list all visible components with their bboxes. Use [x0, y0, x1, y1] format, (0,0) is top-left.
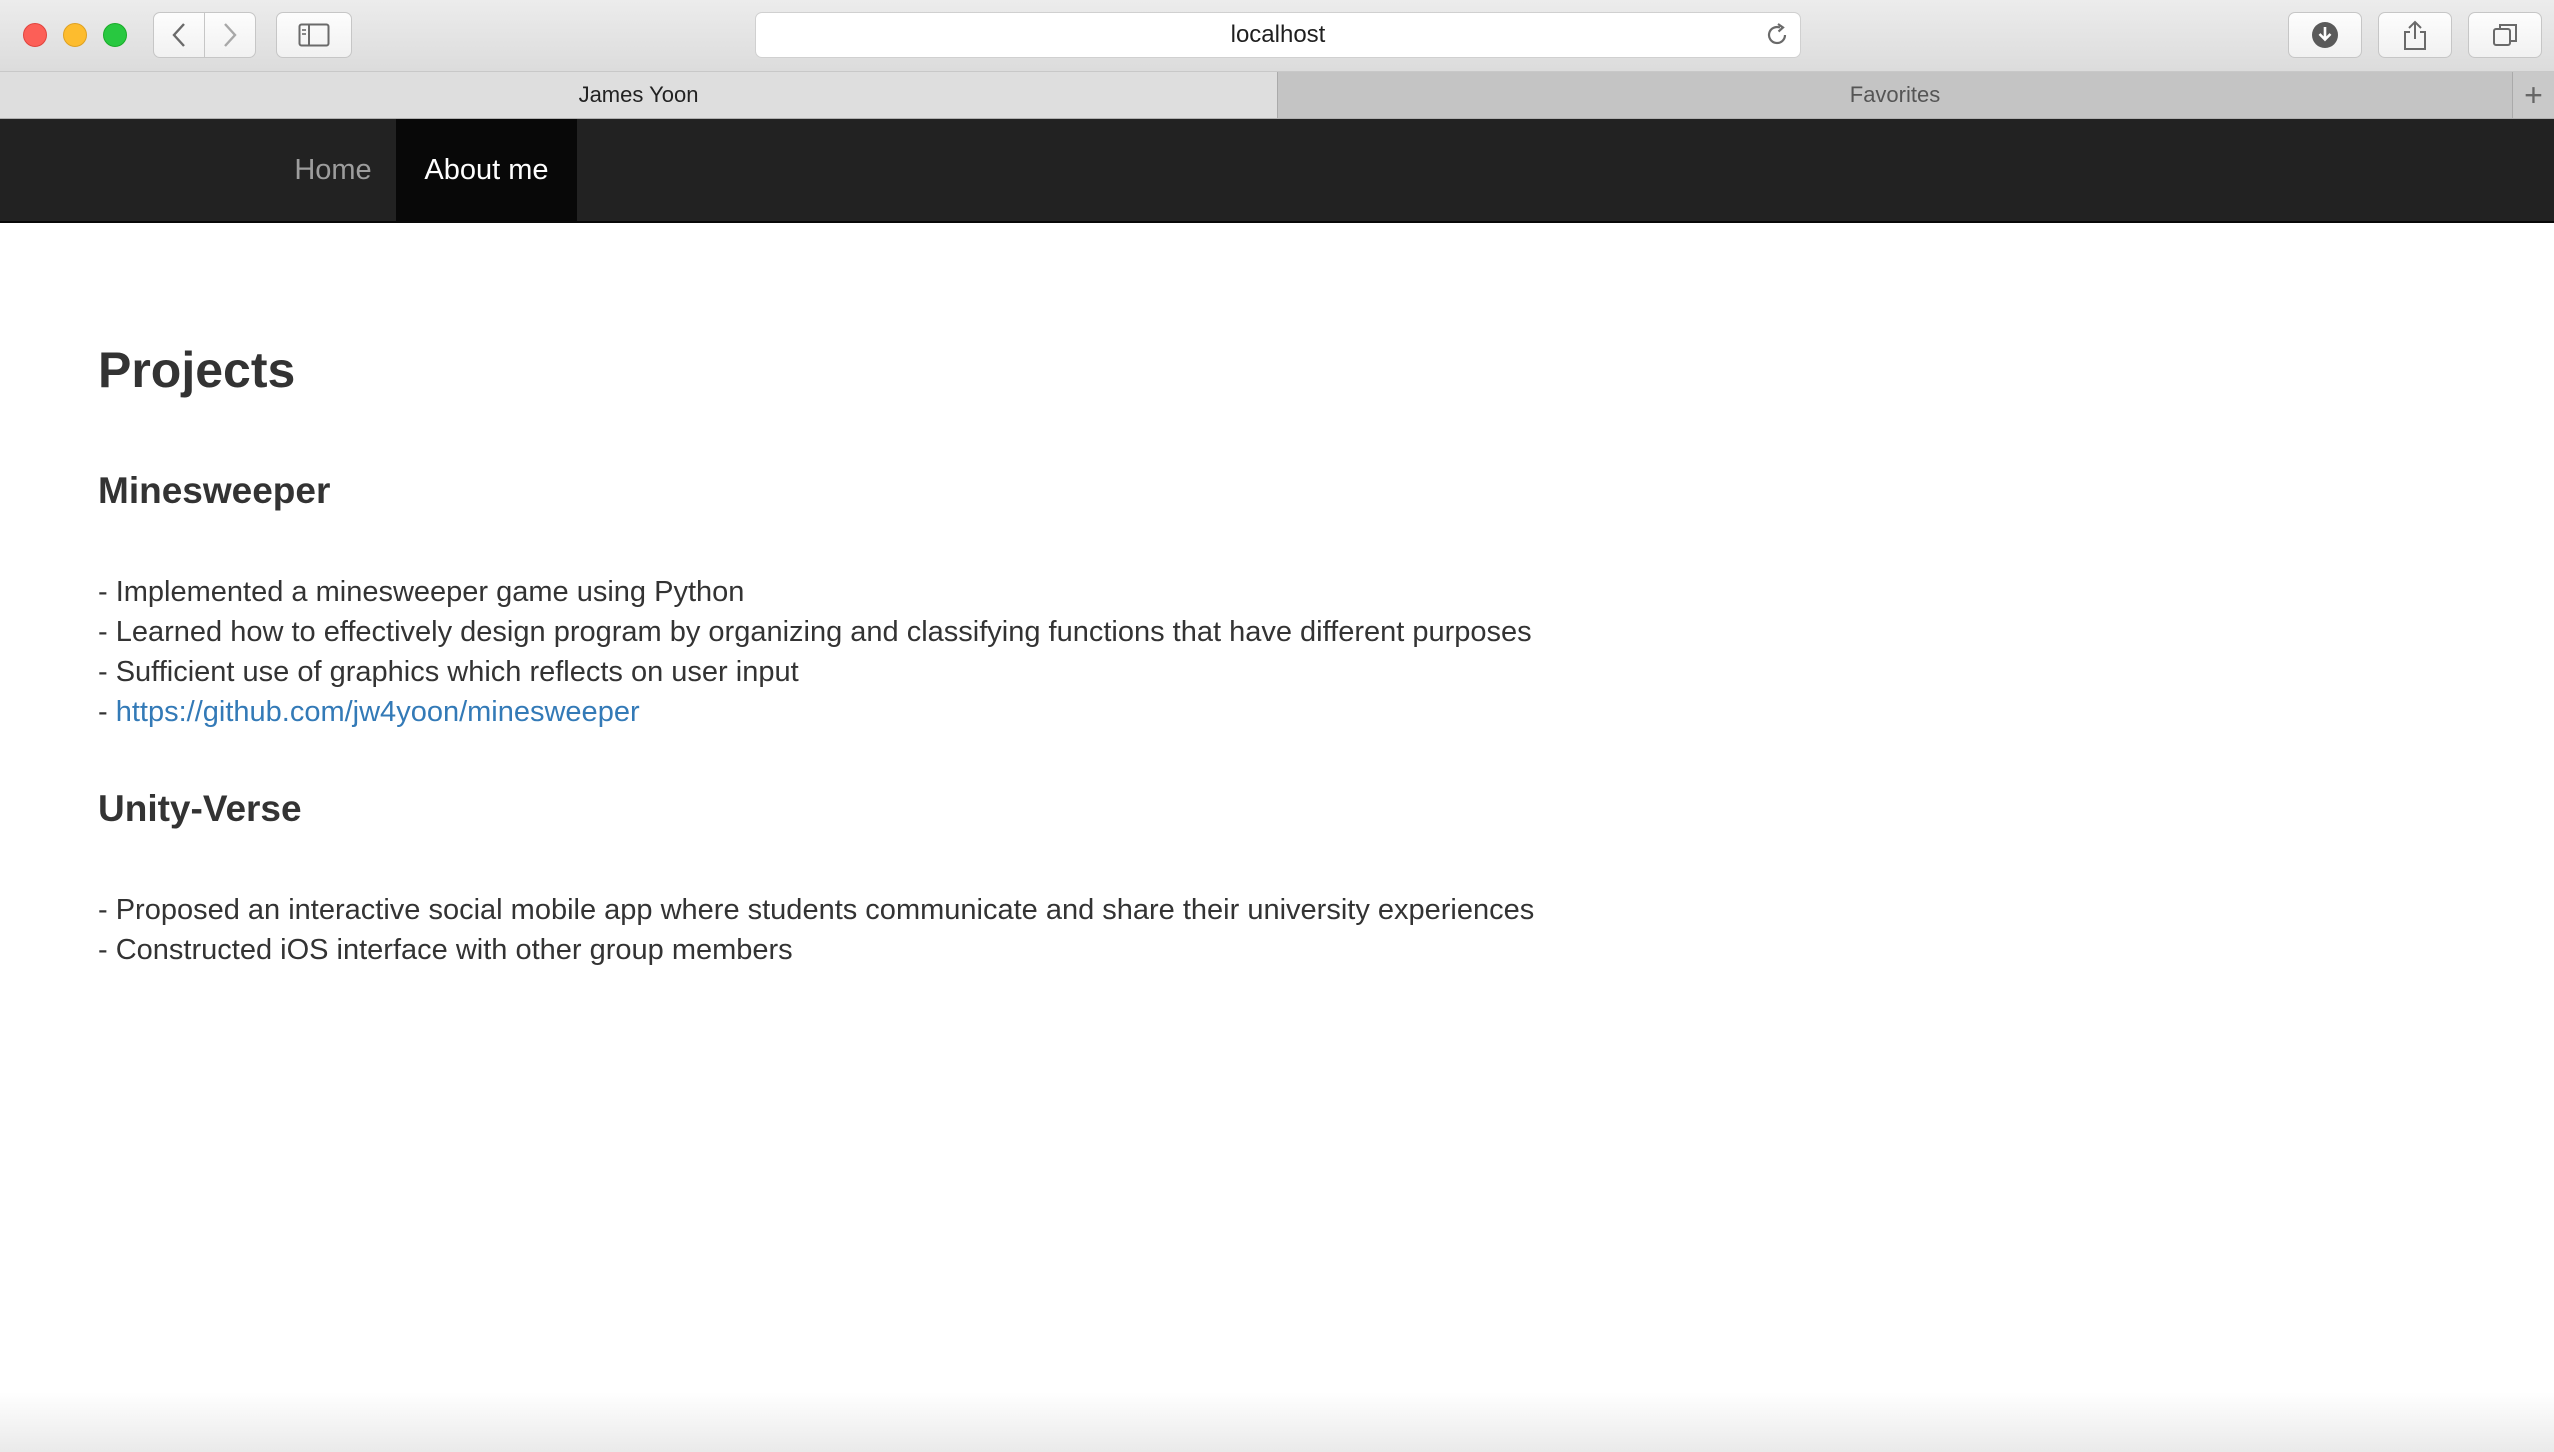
- sidebar-toggle-button[interactable]: [276, 12, 352, 58]
- project-description-line: - Learned how to effectively design prog…: [98, 616, 1532, 648]
- new-tab-button[interactable]: +: [2512, 72, 2554, 118]
- plus-icon: +: [2524, 76, 2543, 113]
- nav-item-home[interactable]: Home: [270, 119, 396, 221]
- browser-toolbar: localhost: [0, 0, 2554, 72]
- reload-icon[interactable]: [1764, 22, 1790, 48]
- tabs-overview-icon: [2493, 24, 2517, 46]
- chevron-left-icon: [172, 23, 185, 47]
- browser-tab-favorites[interactable]: Favorites: [1278, 72, 2512, 118]
- forward-button[interactable]: [204, 12, 256, 58]
- link-prefix: -: [98, 696, 116, 728]
- project-link-line: - https://github.com/jw4yoon/minesweeper: [98, 696, 640, 729]
- maximize-window-button[interactable]: [103, 23, 127, 47]
- tab-label: James Yoon: [578, 82, 699, 107]
- project-title: Unity-Verse: [98, 788, 302, 829]
- chevron-right-icon: [224, 23, 237, 47]
- downloads-button[interactable]: [2288, 12, 2362, 58]
- history-nav-group: [153, 12, 257, 58]
- sidebar-icon: [298, 23, 330, 47]
- share-button[interactable]: [2378, 12, 2452, 58]
- download-icon: [2312, 22, 2338, 48]
- project-description-line: - Proposed an interactive social mobile …: [98, 894, 1535, 926]
- page-title: Projects: [98, 342, 296, 398]
- browser-tab-active[interactable]: James Yoon: [0, 72, 1278, 118]
- back-button[interactable]: [153, 12, 205, 58]
- tab-label: Favorites: [1849, 82, 1941, 107]
- nav-item-about-me[interactable]: About me: [396, 119, 577, 221]
- window-bottom-shadow: [0, 1392, 2554, 1452]
- project-title: Minesweeper: [98, 470, 331, 511]
- github-link[interactable]: https://github.com/jw4yoon/minesweeper: [116, 696, 640, 728]
- browser-tab-bar: James Yoon Favorites +: [0, 72, 2554, 119]
- project-description-line: - Constructed iOS interface with other g…: [98, 934, 793, 966]
- minimize-window-button[interactable]: [63, 23, 87, 47]
- close-window-button[interactable]: [23, 23, 47, 47]
- project-description-line: - Sufficient use of graphics which refle…: [98, 656, 799, 688]
- address-bar[interactable]: localhost: [755, 12, 1801, 58]
- address-bar-url: localhost: [1230, 21, 1326, 48]
- show-tabs-button[interactable]: [2468, 12, 2542, 58]
- site-navbar: Home About me: [0, 119, 2554, 223]
- project-description-line: - Implemented a minesweeper game using P…: [98, 576, 745, 608]
- share-icon: [2404, 20, 2426, 50]
